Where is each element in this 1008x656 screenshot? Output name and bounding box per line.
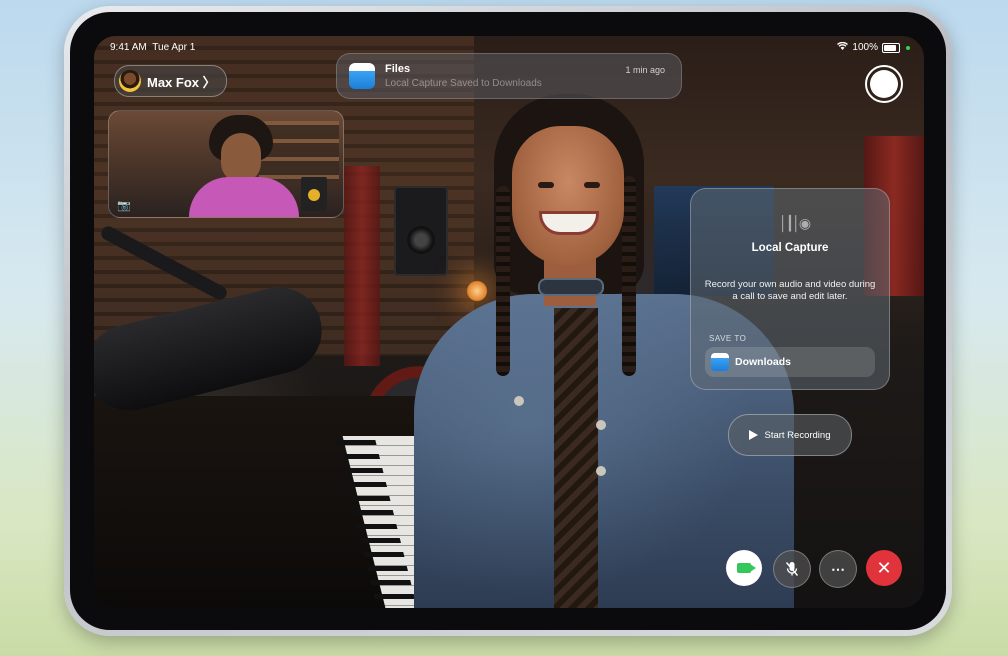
save-to-label: SAVE TO	[709, 334, 747, 343]
start-recording-label: Start Recording	[764, 429, 831, 441]
self-view-pip[interactable]: 📷	[108, 110, 344, 218]
eye	[538, 182, 554, 188]
local-capture-panel: │┃│◉ Local Capture Record your own audio…	[690, 188, 890, 390]
mic-slash-icon	[785, 562, 799, 576]
wifi-icon	[837, 41, 849, 53]
caller-name: Max Fox 〉	[147, 74, 216, 90]
facetime-screen: 9:41 AM Tue Apr 1 100% Max Fox 〉 Files L…	[94, 36, 924, 608]
remote-participant-face	[512, 126, 624, 266]
braid	[622, 176, 636, 376]
files-notification-banner[interactable]: Files Local Capture Saved to Downloads 1…	[336, 53, 682, 99]
battery-percent: 100%	[852, 42, 878, 53]
shutter-icon	[870, 70, 898, 98]
lamp	[466, 280, 488, 302]
notification-time: 1 min ago	[625, 65, 665, 75]
notification-message: Local Capture Saved to Downloads	[385, 78, 542, 89]
start-recording-button[interactable]: Start Recording	[728, 414, 852, 456]
play-icon	[749, 430, 759, 440]
status-clock: 9:41 AM	[110, 42, 147, 53]
status-indicators: 100%	[837, 41, 910, 53]
jacket-button	[596, 466, 606, 476]
jacket-button	[596, 420, 606, 430]
destination-label: Downloads	[735, 356, 792, 368]
curtain	[344, 166, 380, 366]
video-toggle-button[interactable]	[726, 550, 762, 586]
mute-button[interactable]	[773, 550, 811, 588]
ellipsis-icon: ⋯	[831, 560, 845, 577]
save-destination-button[interactable]: Downloads	[705, 347, 875, 377]
remote-participant-shirt	[554, 308, 598, 608]
files-folder-icon	[349, 63, 375, 89]
pip-speaker	[301, 177, 327, 211]
pip-face	[221, 133, 261, 183]
caller-name-button[interactable]: Max Fox 〉	[114, 65, 227, 97]
downloads-folder-icon	[711, 353, 729, 371]
panel-description: Record your own audio and video during a…	[704, 279, 876, 302]
speaker-cone	[407, 226, 435, 254]
end-call-button[interactable]: ✕	[866, 550, 902, 586]
live-photo-shutter-button[interactable]	[865, 65, 903, 103]
close-icon: ✕	[876, 557, 892, 578]
video-camera-icon	[737, 563, 756, 573]
notification-title: Files	[385, 63, 411, 75]
eye	[584, 182, 600, 188]
camera-in-use-indicator	[906, 45, 910, 50]
pip-hoodie	[189, 177, 299, 217]
waveform-icon: │┃│◉	[779, 215, 811, 231]
avatar	[119, 70, 141, 92]
status-date: Tue Apr 1	[152, 42, 196, 53]
battery-icon	[882, 42, 900, 53]
jacket-button	[514, 396, 524, 406]
status-time: 9:41 AM Tue Apr 1	[110, 42, 195, 53]
choker	[540, 280, 602, 294]
panel-title: Local Capture	[751, 242, 829, 254]
braid	[496, 186, 510, 376]
flip-camera-icon[interactable]: 📷	[117, 199, 131, 212]
more-options-button[interactable]: ⋯	[819, 550, 857, 588]
